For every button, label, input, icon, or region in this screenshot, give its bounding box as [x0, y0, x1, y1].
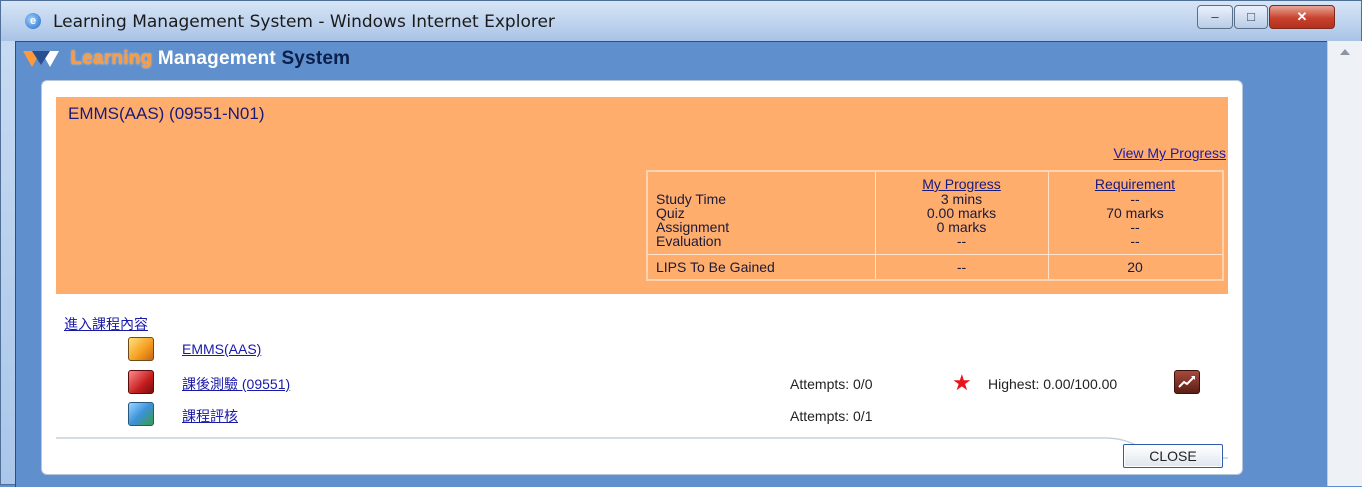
minimize-button[interactable]: – — [1197, 5, 1233, 29]
lms-logo-icon — [23, 51, 59, 67]
window-title: Learning Management System - Windows Int… — [53, 12, 555, 32]
evaluation-icon[interactable] — [128, 402, 154, 426]
course-item-link[interactable]: EMMS(AAS) — [182, 341, 261, 357]
footer-divider — [56, 437, 1228, 459]
header-my-progress: My Progress — [922, 176, 1001, 192]
row-label-lips: LIPS To Be Gained — [656, 259, 775, 275]
courseware-icon[interactable] — [128, 337, 154, 361]
close-button[interactable]: CLOSE — [1123, 444, 1223, 468]
star-icon: ★ — [952, 370, 972, 395]
quiz-requirement: 70 marks — [1106, 205, 1164, 221]
evaluation-attempts: Attempts: 0/1 — [790, 408, 873, 424]
lms-header: Learning Management System — [23, 47, 350, 77]
table-divider — [648, 254, 1222, 255]
score-chart-button[interactable] — [1174, 370, 1200, 394]
view-my-progress-link[interactable]: View My Progress — [1113, 145, 1226, 161]
header-requirement: Requirement — [1094, 176, 1176, 192]
lms-name-management: Management — [157, 48, 276, 70]
highest-score: Highest: 0.00/100.00 — [988, 376, 1118, 392]
quiz-icon[interactable] — [128, 370, 154, 394]
row-label-assignment: Assignment — [656, 219, 730, 235]
quiz-progress: 0.00 marks — [926, 205, 997, 221]
trend-chart-icon — [1178, 376, 1195, 388]
study-time-requirement: -- — [1130, 191, 1140, 207]
lips-progress: -- — [956, 259, 967, 275]
evaluation-progress: -- — [956, 233, 967, 249]
quiz-attempts: Attempts: 0/0 — [790, 376, 873, 392]
window-close-button[interactable]: ✕ — [1269, 5, 1335, 29]
evaluation-item-link[interactable]: 課程評核 — [182, 406, 238, 426]
progress-table: My Progress Requirement Study Time 3 min… — [646, 170, 1224, 281]
course-panel: EMMS(AAS) (09551-N01) View My Progress M… — [41, 80, 1243, 475]
lms-name-system: System — [281, 48, 351, 70]
maximize-button[interactable]: □ — [1234, 5, 1268, 29]
row-label-quiz: Quiz — [656, 205, 685, 221]
evaluation-requirement: -- — [1130, 233, 1140, 249]
internet-explorer-icon: e — [25, 13, 41, 29]
course-summary-box: EMMS(AAS) (09551-N01) View My Progress M… — [56, 97, 1228, 294]
row-label-study-time: Study Time — [656, 191, 727, 207]
quiz-item-link[interactable]: 課後測驗 (09551) — [182, 374, 290, 394]
course-title: EMMS(AAS) (09551-N01) — [68, 104, 265, 123]
assignment-progress: 0 marks — [936, 219, 987, 235]
scroll-up-arrow-icon[interactable] — [1340, 49, 1350, 55]
enter-course-content-link[interactable]: 進入課程內容 — [64, 314, 148, 334]
row-label-evaluation: Evaluation — [656, 233, 722, 249]
assignment-requirement: -- — [1130, 219, 1140, 235]
vertical-scrollbar[interactable] — [1327, 41, 1362, 486]
window-titlebar[interactable]: e Learning Management System - Windows I… — [1, 1, 1361, 41]
lips-requirement: 20 — [1127, 259, 1143, 275]
lms-name-learning: Learning — [70, 48, 153, 70]
study-time-progress: 3 mins — [940, 191, 983, 207]
ie-window: e Learning Management System - Windows I… — [0, 0, 1362, 487]
